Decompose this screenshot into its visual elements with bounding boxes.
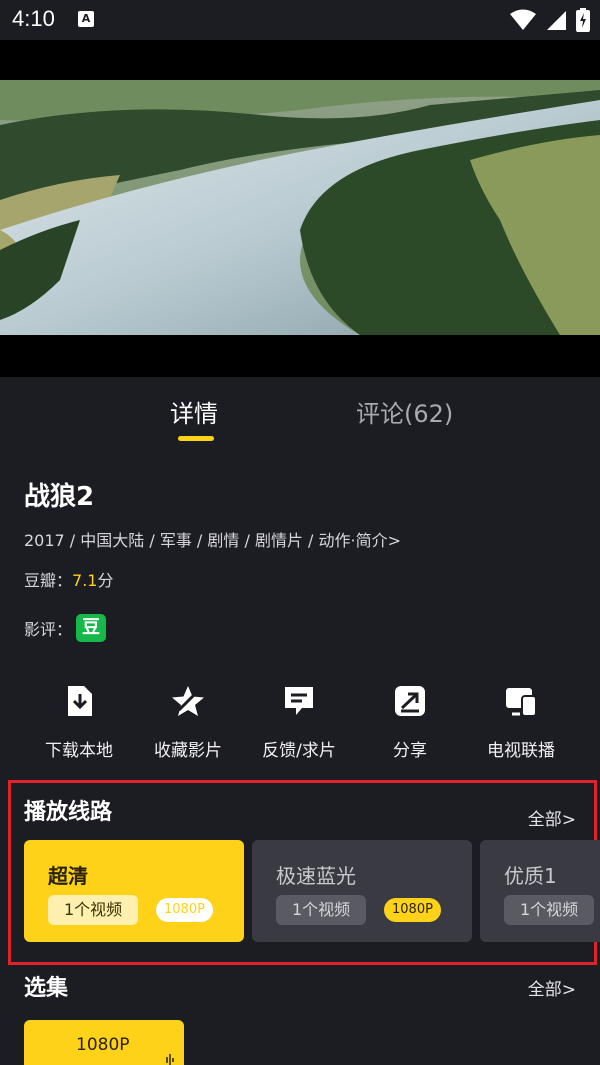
review-row: 影评： 豆	[24, 614, 107, 642]
feedback-label: 反馈/求片	[262, 741, 336, 761]
system-icons	[510, 8, 590, 32]
line-card-fast-bluray[interactable]: 极速蓝光 1个视频 1080P	[252, 840, 472, 942]
line-video-count: 1个视频	[504, 895, 595, 925]
line-name: 极速蓝光	[276, 864, 356, 888]
tab-comments[interactable]: 评论(62)	[356, 394, 453, 429]
review-label: 影评：	[24, 620, 73, 639]
line-card-quality1[interactable]: 优质1 1个视频	[480, 840, 600, 942]
tab-details[interactable]: 详情	[170, 394, 218, 429]
play-lines-all-link[interactable]: 全部>	[528, 805, 576, 830]
line-video-count: 1个视频	[276, 895, 367, 925]
line-resolution-badge: 1080P	[384, 898, 441, 922]
star-icon	[172, 686, 204, 716]
share-button[interactable]: 分享	[355, 680, 465, 761]
douban-unit: 分	[97, 571, 114, 590]
line-card-superhd[interactable]: 超清 1个视频 1080P	[24, 840, 244, 942]
signal-icon	[547, 11, 566, 30]
share-icon	[395, 686, 425, 716]
download-icon	[68, 686, 92, 716]
episode-card[interactable]: 1080P	[24, 1020, 184, 1065]
favorite-button[interactable]: 收藏影片	[133, 680, 243, 761]
episodes-title: 选集	[24, 976, 69, 1001]
play-lines-list: 超清 1个视频 1080P 极速蓝光 1个视频 1080P 优质1 1个视频	[24, 840, 600, 942]
line-name: 优质1	[504, 864, 557, 888]
tv-cast-label: 电视联播	[487, 741, 555, 761]
wifi-icon	[510, 9, 536, 30]
video-thumbnail	[0, 80, 600, 335]
douban-label: 豆瓣：	[24, 571, 73, 590]
detail-tabs: 详情 评论(62)	[0, 377, 600, 447]
tab-active-indicator	[178, 436, 214, 441]
feedback-button[interactable]: 反馈/求片	[244, 680, 354, 761]
douban-review-button[interactable]: 豆	[76, 614, 107, 642]
status-bar: 4:10 A	[0, 0, 600, 40]
movie-meta-link[interactable]: 2017 / 中国大陆 / 军事 / 剧情 / 剧情片 / 动作·简介>	[24, 527, 401, 551]
line-resolution-badge: 1080P	[156, 898, 213, 922]
download-label: 下载本地	[45, 741, 113, 761]
playing-wave-icon	[166, 1054, 174, 1065]
douban-score: 7.1	[72, 571, 98, 590]
line-name: 超清	[48, 864, 88, 888]
tv-cast-icon	[506, 688, 537, 717]
battery-icon	[576, 8, 590, 32]
play-lines-title: 播放线路	[24, 800, 113, 825]
episode-label: 1080P	[76, 1035, 130, 1055]
feedback-icon	[285, 687, 313, 715]
tv-cast-button[interactable]: 电视联播	[466, 680, 576, 761]
notification-a-icon: A	[78, 11, 94, 27]
share-label: 分享	[393, 741, 427, 761]
status-time: 4:10	[12, 6, 55, 31]
episodes-all-link[interactable]: 全部>	[528, 975, 576, 1000]
favorite-label: 收藏影片	[154, 741, 222, 761]
movie-title: 战狼2	[24, 482, 95, 512]
video-frame	[0, 80, 600, 335]
line-video-count: 1个视频	[48, 895, 139, 925]
action-row: 下载本地 收藏影片 反馈/求片 分享 电视联播	[0, 680, 600, 761]
douban-rating: 豆瓣：7.1分	[24, 567, 113, 591]
download-button[interactable]: 下载本地	[24, 680, 134, 761]
